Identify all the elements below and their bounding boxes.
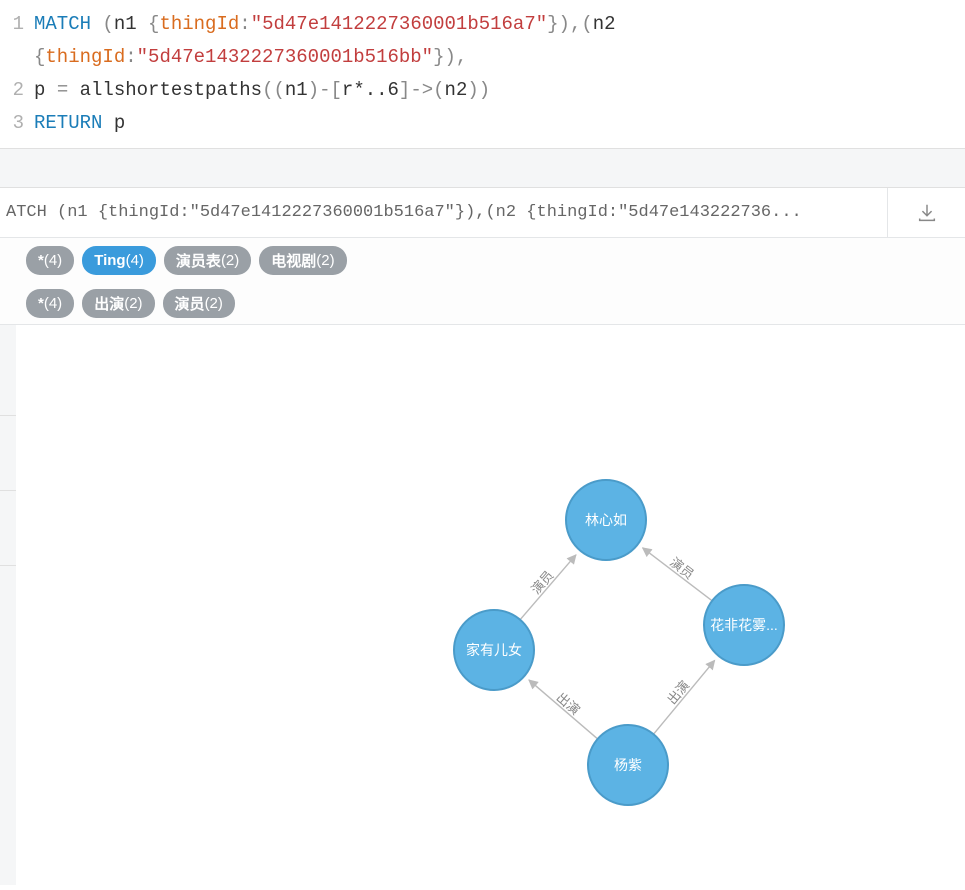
node-label: 杨紫 <box>614 757 642 773</box>
graph-node[interactable]: 林心如 <box>566 480 646 560</box>
download-icon <box>916 202 938 224</box>
legend-chip[interactable]: 电视剧(2) <box>259 246 346 275</box>
relationship-chips-row: *(4) 出演(2) 演员(2) <box>0 281 965 324</box>
legend-chips: *(4) Ting(4) 演员表(2) 电视剧(2) *(4) 出演(2) 演员(2) <box>0 238 965 325</box>
editor-line: 3 RETURN p <box>0 107 965 140</box>
graph-node[interactable]: 花非花雾... <box>704 585 784 665</box>
legend-chip[interactable]: *(4) <box>26 289 74 318</box>
code-content: {thingId:"5d47e1432227360001b516bb"}), <box>34 41 961 74</box>
node-chips-row: *(4) Ting(4) 演员表(2) 电视剧(2) <box>0 238 965 281</box>
graph-node[interactable]: 家有儿女 <box>454 610 534 690</box>
node-label: 林心如 <box>585 512 627 528</box>
editor-line: 1 MATCH (n1 {thingId:"5d47e1412227360001… <box>0 8 965 41</box>
line-number: 2 <box>4 74 34 107</box>
graph-node[interactable]: 杨紫 <box>588 725 668 805</box>
node-label: 家有儿女 <box>466 642 522 658</box>
line-number: 1 <box>4 8 34 41</box>
query-preview: ATCH (n1 {thingId:"5d47e1412227360001b51… <box>0 203 887 222</box>
legend-chip[interactable]: 演员(2) <box>163 289 235 318</box>
editor-result-gap <box>0 148 965 188</box>
code-content: RETURN p <box>34 107 961 140</box>
legend-chip[interactable]: 演员表(2) <box>164 246 251 275</box>
code-content: MATCH (n1 {thingId:"5d47e1412227360001b5… <box>34 8 961 41</box>
editor-line: 2 p = allshortestpaths((n1)-[r*..6]->(n2… <box>0 74 965 107</box>
legend-chip[interactable]: *(4) <box>26 246 74 275</box>
graph-visualization[interactable]: 演员演员出演出演 林心如家有儿女花非花雾...杨紫 <box>0 325 965 885</box>
result-header: ATCH (n1 {thingId:"5d47e1412227360001b51… <box>0 188 965 238</box>
legend-chip[interactable]: Ting(4) <box>82 246 156 275</box>
legend-chip[interactable]: 出演(2) <box>82 289 154 318</box>
editor-line: {thingId:"5d47e1432227360001b516bb"}), <box>0 41 965 74</box>
graph-svg[interactable]: 演员演员出演出演 林心如家有儿女花非花雾...杨紫 <box>16 325 965 885</box>
cypher-editor[interactable]: 1 MATCH (n1 {thingId:"5d47e1412227360001… <box>0 0 965 148</box>
line-number <box>4 41 34 74</box>
export-button[interactable] <box>887 188 965 238</box>
code-content: p = allshortestpaths((n1)-[r*..6]->(n2)) <box>34 74 961 107</box>
line-number: 3 <box>4 107 34 140</box>
view-mode-sidebar <box>0 325 16 885</box>
node-label: 花非花雾... <box>710 617 778 633</box>
